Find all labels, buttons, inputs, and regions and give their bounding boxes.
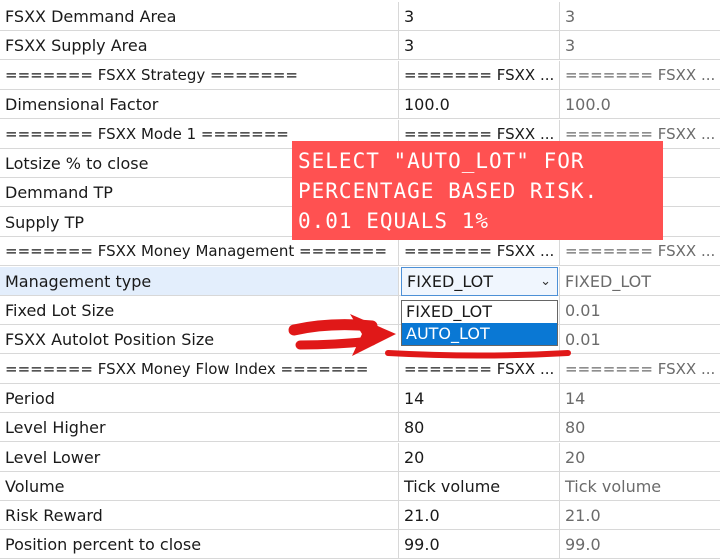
- param-default: FIXED_LOT: [560, 267, 720, 296]
- param-row[interactable]: Risk Reward 21.0 21.0: [0, 501, 720, 530]
- param-name: Risk Reward: [0, 501, 399, 530]
- param-name: ======= FSXX Money Flow Index =======: [0, 355, 399, 384]
- param-name: FSXX Demmand Area: [0, 2, 399, 31]
- param-value[interactable]: ======= FSXX ...: [399, 61, 560, 90]
- param-name: Level Higher: [0, 413, 399, 442]
- param-row[interactable]: Dimensional Factor 100.0 100.0: [0, 90, 720, 119]
- param-row[interactable]: Position percent to close 99.0 99.0: [0, 530, 720, 559]
- param-name: Fixed Lot Size: [0, 296, 399, 325]
- param-default: ======= FSXX ...: [560, 61, 720, 90]
- param-name: Level Lower: [0, 443, 399, 472]
- param-row[interactable]: FSXX Supply Area 3 3: [0, 31, 720, 60]
- option-auto-lot[interactable]: AUTO_LOT: [402, 323, 557, 345]
- management-type-selected-value: FIXED_LOT: [407, 272, 494, 291]
- callout-line: SELECT "AUTO_LOT" FOR: [298, 149, 585, 173]
- param-value[interactable]: 3: [399, 31, 560, 60]
- param-default: 100.0: [560, 90, 720, 119]
- param-row[interactable]: Fixed Lot Size 0.01: [0, 296, 720, 325]
- param-name: Position percent to close: [0, 530, 399, 559]
- option-fixed-lot[interactable]: FIXED_LOT: [402, 301, 557, 323]
- param-value[interactable]: 99.0: [399, 530, 560, 559]
- management-type-dropdown: FIXED_LOT AUTO_LOT: [401, 300, 558, 346]
- param-value[interactable]: 80: [399, 413, 560, 442]
- section-separator-row[interactable]: ======= FSXX Strategy ======= ======= FS…: [0, 61, 720, 90]
- param-default: ======= FSXX ...: [560, 237, 720, 266]
- param-value[interactable]: 100.0: [399, 90, 560, 119]
- management-type-select[interactable]: FIXED_LOT ⌄: [401, 267, 558, 296]
- param-default: ======= FSXX ...: [560, 355, 720, 384]
- instruction-callout: SELECT "AUTO_LOT" FOR PERCENTAGE BASED R…: [292, 141, 663, 240]
- param-value[interactable]: Tick volume: [399, 472, 560, 501]
- param-value[interactable]: 3: [399, 2, 560, 31]
- param-default: 0.01: [560, 325, 720, 354]
- param-value[interactable]: ======= FSXX ...: [399, 355, 560, 384]
- param-value[interactable]: ======= FSXX ...: [399, 237, 560, 266]
- param-row[interactable]: FSXX Demmand Area 3 3: [0, 2, 720, 31]
- param-row[interactable]: Level Lower 20 20: [0, 443, 720, 472]
- param-default: 20: [560, 443, 720, 472]
- param-default: Tick volume: [560, 472, 720, 501]
- param-value[interactable]: 21.0: [399, 501, 560, 530]
- chevron-down-icon[interactable]: ⌄: [540, 268, 551, 295]
- param-default: 99.0: [560, 530, 720, 559]
- param-name: Management type: [0, 267, 399, 296]
- param-row[interactable]: Period 14 14: [0, 384, 720, 413]
- param-row[interactable]: FSXX Autolot Position Size 0.01: [0, 325, 720, 354]
- param-row-selected[interactable]: Management type FIXED_LOT: [0, 267, 720, 296]
- param-name: FSXX Autolot Position Size: [0, 325, 399, 354]
- section-separator-row[interactable]: ======= FSXX Money Flow Index ======= ==…: [0, 355, 720, 384]
- param-name: ======= FSXX Money Management =======: [0, 237, 399, 266]
- param-value[interactable]: 20: [399, 443, 560, 472]
- callout-line: 0.01 EQUALS 1%: [298, 209, 490, 233]
- param-default: 0.01: [560, 296, 720, 325]
- param-default: 3: [560, 2, 720, 31]
- section-separator-row[interactable]: ======= FSXX Money Management ======= ==…: [0, 237, 720, 266]
- param-name: FSXX Supply Area: [0, 31, 399, 60]
- param-row[interactable]: Level Higher 80 80: [0, 413, 720, 442]
- param-name: Dimensional Factor: [0, 90, 399, 119]
- param-default: 3: [560, 31, 720, 60]
- param-value[interactable]: 14: [399, 384, 560, 413]
- param-name: ======= FSXX Strategy =======: [0, 61, 399, 90]
- param-row[interactable]: Volume Tick volume Tick volume: [0, 472, 720, 501]
- callout-line: PERCENTAGE BASED RISK.: [298, 179, 599, 203]
- param-name: Volume: [0, 472, 399, 501]
- param-name: Period: [0, 384, 399, 413]
- param-default: 14: [560, 384, 720, 413]
- param-default: 80: [560, 413, 720, 442]
- param-default: 21.0: [560, 501, 720, 530]
